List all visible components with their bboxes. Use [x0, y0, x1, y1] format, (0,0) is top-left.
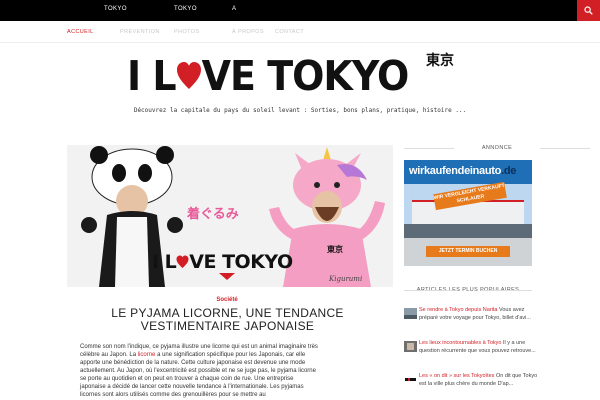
- hero-logo-kanji: 東京: [327, 245, 343, 254]
- hero-logo-left: I L: [152, 251, 177, 273]
- site-logo[interactable]: I L VE TOKYO 東京: [0, 48, 600, 104]
- hero-logo-right: VE TOKYO: [189, 251, 293, 273]
- ad-header: wirkaufendeinauto.de: [404, 160, 532, 184]
- hero-logo-wordmark: I L VE TOKYO: [152, 251, 293, 273]
- logo-text-right: VE TOKYO: [201, 52, 410, 100]
- nav-item-photos[interactable]: PHOTOS: [174, 29, 200, 35]
- post-text: Les lieux incontournables à Tokyo Il y a…: [419, 339, 541, 355]
- heart-icon: [176, 55, 202, 89]
- popular-post[interactable]: Les lieux incontournables à Tokyo Il y a…: [404, 339, 594, 369]
- nav-item-accueil[interactable]: ACCUEIL: [67, 29, 94, 35]
- hero-kanji-text: 着ぐるみ: [187, 207, 239, 222]
- main-nav: ACCUEIL PRÉVENTION PHOTOS À PROPOS CONTA…: [0, 21, 600, 43]
- ad-cta-button[interactable]: JETZT TERMIN BUCHEN: [426, 246, 510, 257]
- article-featured-image[interactable]: 着ぐるみ I L VE TOKYO 東京 Kigurumi: [67, 145, 393, 287]
- nav-item-a-propos[interactable]: À PROPOS: [232, 29, 264, 35]
- search-button[interactable]: [577, 0, 600, 21]
- nav-item-prevention[interactable]: PRÉVENTION: [120, 29, 160, 35]
- ad-brand-name: wirkaufendeinauto: [409, 165, 502, 177]
- post-text: Se rendre à Tokyo depuis Narita Vous ave…: [419, 306, 541, 322]
- hero-signature: Kigurumi: [329, 275, 363, 283]
- post-link[interactable]: Les « on dit » sur les Tokyoïtes: [419, 373, 494, 379]
- nav-item-contact[interactable]: CONTACT: [275, 29, 304, 35]
- post-text: Les « on dit » sur les Tokyoïtes On dit …: [419, 372, 541, 388]
- logo-wordmark: I L VE TOKYO: [127, 52, 410, 100]
- heart-icon: [176, 255, 189, 268]
- sidebar-popular-title: ARTICLES LES PLUS POPULAIRES: [404, 287, 532, 294]
- logo-text-left: I L: [127, 52, 177, 100]
- popular-post[interactable]: Les « on dit » sur les Tokyoïtes On dit …: [404, 372, 594, 400]
- popular-post[interactable]: Se rendre à Tokyo depuis Narita Vous ave…: [404, 306, 594, 336]
- topbar-link-3[interactable]: A: [232, 6, 236, 12]
- top-bar: TOKYO TOKYO A: [0, 0, 600, 21]
- topbar-link-1[interactable]: TOKYO: [104, 6, 127, 12]
- post-thumbnail: [404, 374, 417, 385]
- ad-brand-tld: .de: [501, 165, 517, 177]
- article-excerpt: Comme son nom l'indique, ce pyjama illus…: [80, 343, 320, 399]
- excerpt-text-2: a une signification spécifique pour les …: [80, 352, 316, 398]
- ad-brand: wirkaufendeinauto.de: [409, 165, 516, 177]
- red-triangle-marker: [219, 273, 235, 280]
- sidebar-ad-title: ANNONCE: [404, 145, 590, 151]
- logo-kanji: 東京: [426, 53, 454, 69]
- article-category[interactable]: Société: [67, 297, 387, 303]
- search-icon: [584, 6, 593, 15]
- post-thumbnail: [404, 341, 417, 352]
- ad-cars: [404, 224, 532, 238]
- article-title[interactable]: LE PYJAMA LICORNE, UNE TENDANCE VESTIMEN…: [80, 307, 375, 333]
- excerpt-link[interactable]: licorne: [138, 352, 156, 358]
- site-tagline: Découvrez la capitale du pays du soleil …: [133, 107, 467, 114]
- topbar-link-2[interactable]: TOKYO: [174, 6, 197, 12]
- post-thumbnail: [404, 308, 417, 319]
- post-link[interactable]: Se rendre à Tokyo depuis Narita: [419, 307, 497, 313]
- advertisement-banner[interactable]: wirkaufendeinauto.de WIR VERGLEICHT VERK…: [404, 160, 532, 266]
- post-link[interactable]: Les lieux incontournables à Tokyo: [419, 340, 501, 346]
